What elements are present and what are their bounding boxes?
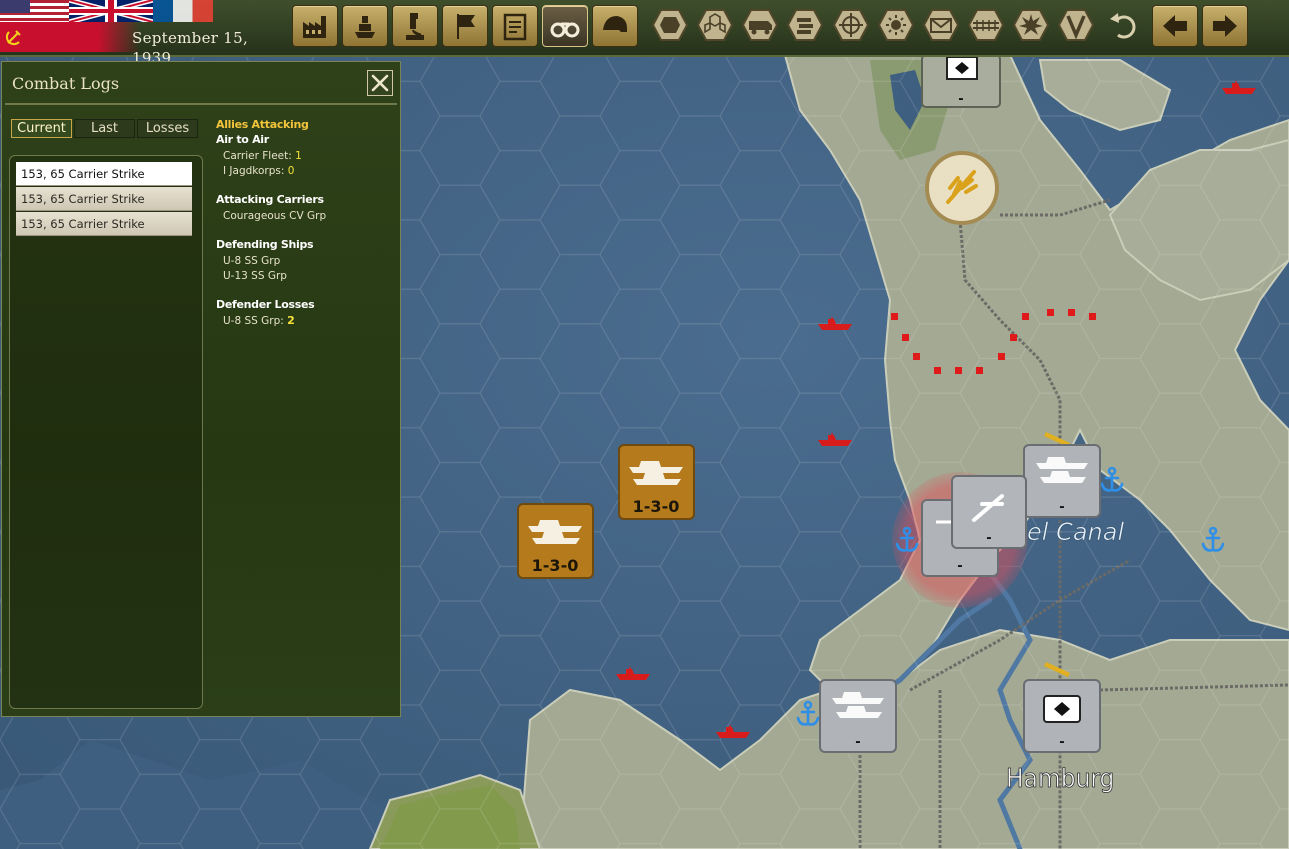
diplomacy-icon bbox=[457, 14, 475, 39]
attacker-line: Courageous CV Grp bbox=[223, 210, 327, 222]
combat-list[interactable]: 153, 65 Carrier Strike 153, 65 Carrier S… bbox=[9, 155, 203, 709]
unit-strength: - bbox=[958, 92, 963, 107]
allied-fleet-counter[interactable]: 1-3-0 bbox=[618, 444, 695, 520]
resources-icon bbox=[787, 9, 823, 41]
axis-hq-counter[interactable]: - bbox=[921, 54, 1001, 108]
unit-strength: - bbox=[1059, 735, 1064, 750]
unit-strength: - bbox=[986, 531, 991, 546]
hammer-sickle-icon bbox=[5, 30, 21, 46]
defender-line: U-13 SS Grp bbox=[223, 270, 287, 282]
undo-button[interactable] bbox=[1106, 7, 1142, 43]
list-item[interactable]: 153, 65 Carrier Strike bbox=[16, 212, 192, 236]
target-icon bbox=[833, 9, 869, 41]
naval-icon bbox=[355, 16, 375, 38]
reports-icon bbox=[503, 13, 527, 41]
reports-button[interactable] bbox=[492, 5, 538, 47]
unit-strength: - bbox=[957, 559, 962, 574]
fleet-strength: 1-3-0 bbox=[532, 556, 579, 575]
hex-info-button[interactable] bbox=[652, 7, 688, 43]
attackers-heading: Attacking Carriers bbox=[216, 193, 324, 206]
target-button[interactable] bbox=[833, 7, 869, 43]
loss-unit-value: 2 bbox=[287, 314, 295, 327]
army-button[interactable] bbox=[592, 5, 638, 47]
close-button[interactable] bbox=[367, 70, 393, 96]
victory-icon bbox=[1058, 9, 1094, 41]
combat-logs-panel: Combat Logs Current Last Losses 153, 65 … bbox=[1, 61, 401, 717]
next-button[interactable] bbox=[1202, 5, 1248, 47]
research-button[interactable] bbox=[392, 5, 438, 47]
army-icon bbox=[603, 16, 627, 32]
fleet-strength: 1-3-0 bbox=[633, 497, 680, 516]
list-item[interactable]: 153, 65 Carrier Strike bbox=[16, 162, 192, 186]
france-flag-icon[interactable] bbox=[153, 0, 213, 22]
ussr-flag-icon[interactable] bbox=[0, 22, 140, 52]
undo-icon bbox=[1110, 13, 1136, 39]
list-item[interactable]: 153, 65 Carrier Strike bbox=[16, 187, 192, 211]
losses-heading: Defender Losses bbox=[216, 298, 315, 311]
hex-grid-icon bbox=[697, 9, 733, 41]
tab-last[interactable]: Last bbox=[74, 119, 135, 138]
combat-icon bbox=[1013, 9, 1049, 41]
air-line: I Jagdkorps: 0 bbox=[223, 164, 294, 178]
air-unit-value: 0 bbox=[287, 165, 295, 177]
naval-button[interactable] bbox=[342, 5, 388, 47]
unit-strength: - bbox=[855, 735, 860, 750]
air-line: Carrier Fleet: 1 bbox=[223, 149, 302, 163]
previous-button[interactable] bbox=[1152, 5, 1198, 47]
supply-icon bbox=[742, 9, 778, 41]
unit-strength: - bbox=[1059, 500, 1064, 515]
side-heading: Allies Attacking bbox=[216, 118, 309, 131]
close-icon bbox=[371, 74, 389, 92]
city-label-hamburg: Hamburg bbox=[1006, 764, 1114, 794]
production-icon bbox=[303, 16, 326, 38]
hex-info-icon bbox=[652, 9, 688, 41]
mail-icon bbox=[923, 9, 959, 41]
phase-heading: Air to Air bbox=[216, 133, 269, 146]
resources-button[interactable] bbox=[787, 7, 823, 43]
research-icon bbox=[406, 13, 424, 40]
panel-title: Combat Logs bbox=[12, 74, 120, 93]
title-divider bbox=[5, 103, 397, 105]
defender-line: U-8 SS Grp bbox=[223, 255, 281, 267]
weather-button[interactable] bbox=[878, 7, 914, 43]
diplomacy-button[interactable] bbox=[442, 5, 488, 47]
wheat-resource-icon[interactable] bbox=[925, 151, 999, 225]
air-unit-name: Carrier Fleet: bbox=[223, 150, 296, 162]
fortification-icon bbox=[968, 9, 1004, 41]
uk-flag-icon[interactable] bbox=[69, 0, 153, 22]
game-date: September 15, 1939 bbox=[132, 29, 249, 67]
mail-button[interactable] bbox=[923, 7, 959, 43]
supply-button[interactable] bbox=[742, 7, 778, 43]
intelligence-icon bbox=[550, 22, 580, 38]
hex-grid-button[interactable] bbox=[697, 7, 733, 43]
combat-button[interactable] bbox=[1013, 7, 1049, 43]
victory-button[interactable] bbox=[1058, 7, 1094, 43]
weather-icon bbox=[878, 9, 914, 41]
air-unit-value: 1 bbox=[295, 150, 302, 162]
allied-fleet-counter[interactable]: 1-3-0 bbox=[517, 503, 594, 579]
axis-air-counter[interactable]: - bbox=[951, 475, 1027, 549]
axis-ship-counter[interactable]: - bbox=[819, 679, 897, 753]
tab-current[interactable]: Current bbox=[11, 119, 72, 138]
previous-icon bbox=[1163, 15, 1187, 37]
canal-label: el Canal bbox=[1027, 518, 1124, 546]
loss-line: U-8 SS Grp: 2 bbox=[223, 314, 295, 328]
defenders-heading: Defending Ships bbox=[216, 238, 314, 251]
axis-hq-counter[interactable]: - bbox=[1023, 679, 1101, 753]
next-icon bbox=[1213, 15, 1237, 37]
production-button[interactable] bbox=[292, 5, 338, 47]
fortification-button[interactable] bbox=[968, 7, 1004, 43]
tab-losses[interactable]: Losses bbox=[137, 119, 198, 138]
top-toolbar: September 15, 1939 bbox=[0, 0, 1289, 67]
usa-flag-icon[interactable] bbox=[0, 0, 69, 22]
air-unit-name: I Jagdkorps: bbox=[223, 165, 288, 177]
axis-ship-counter[interactable]: - bbox=[1023, 444, 1101, 518]
intelligence-button[interactable] bbox=[542, 5, 588, 47]
loss-unit-name: U-8 SS Grp: bbox=[223, 315, 288, 327]
